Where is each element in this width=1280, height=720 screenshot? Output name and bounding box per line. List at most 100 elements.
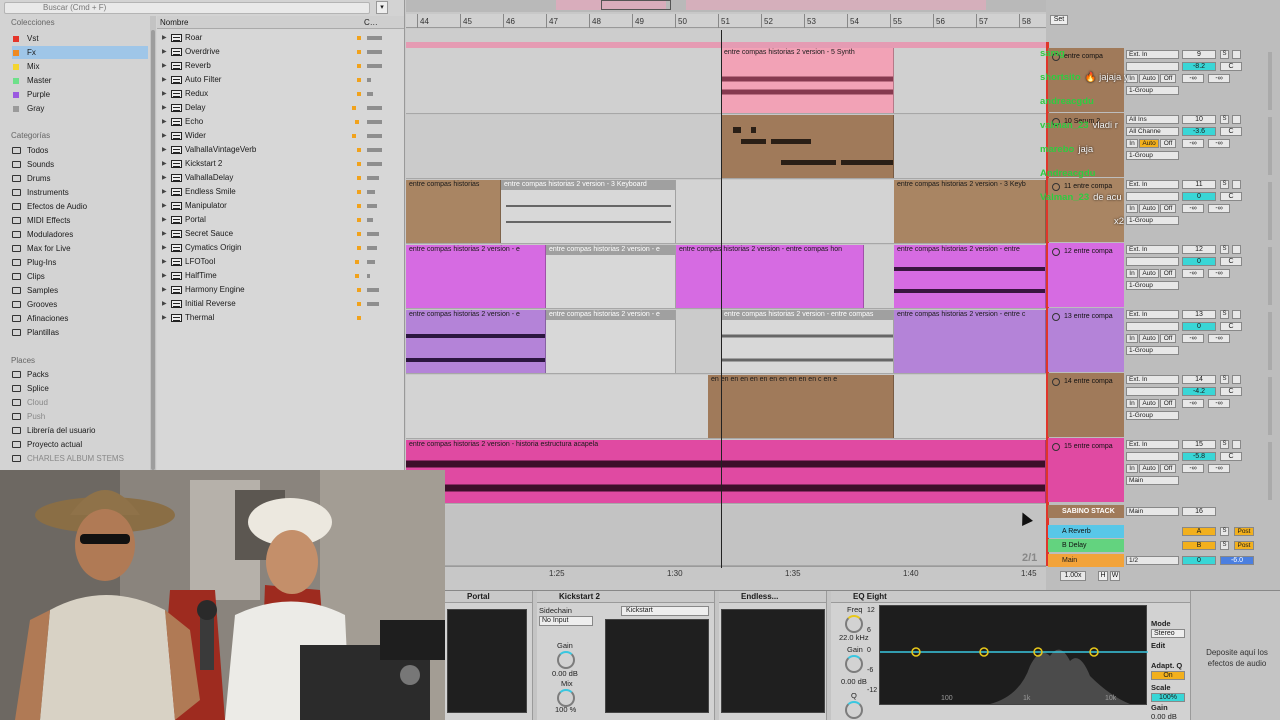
bar-ruler[interactable]: 44 45 46 47 48 49 50 51 52 53 54 55 56 57 58: [406, 14, 1046, 28]
track-volume[interactable]: 0: [1182, 322, 1216, 331]
solo-button[interactable]: S: [1220, 50, 1229, 59]
category-item[interactable]: Afinaciones: [12, 312, 148, 325]
set-button[interactable]: Set: [1050, 15, 1068, 25]
place-item[interactable]: CHARLES ALBUM STEMS: [12, 452, 148, 465]
monitor-in-button[interactable]: In: [1126, 269, 1138, 278]
track-pan[interactable]: C: [1220, 62, 1242, 71]
clip-14[interactable]: en en en en en en en en en en en c en e: [708, 375, 894, 438]
solo-button[interactable]: S: [1220, 180, 1229, 189]
input-type-select[interactable]: Ext. In: [1126, 375, 1179, 384]
sidechain-input-select[interactable]: No Input: [539, 616, 593, 626]
place-item[interactable]: Splice: [12, 382, 148, 395]
main-volume-2[interactable]: -6.0: [1220, 556, 1254, 565]
expand-arrow-icon[interactable]: ▶: [162, 269, 167, 283]
expand-arrow-icon[interactable]: ▶: [162, 171, 167, 185]
place-item[interactable]: Cloud: [12, 396, 148, 409]
device-list-item[interactable]: ▶ Echo: [157, 115, 404, 129]
return-letter[interactable]: B: [1182, 541, 1216, 550]
record-arm-icon[interactable]: [1232, 440, 1241, 449]
device-list-item[interactable]: ▶ HalfTime: [157, 269, 404, 283]
track-header[interactable]: 13 entre compa: [1048, 308, 1124, 372]
solo-button[interactable]: S: [1220, 245, 1229, 254]
track-number-button[interactable]: 15: [1182, 440, 1216, 449]
device-list-item[interactable]: ▶ Reverb: [157, 59, 404, 73]
collection-mix[interactable]: Mix: [12, 60, 148, 73]
solo-button[interactable]: S: [1220, 115, 1229, 124]
input-type-select[interactable]: Ext. In: [1126, 440, 1179, 449]
device-list-item[interactable]: ▶ Harmony Engine: [157, 283, 404, 297]
lane-14[interactable]: en en en en en en en en en en en c en e: [406, 375, 1046, 439]
track-header[interactable]: 12 entre compa: [1048, 243, 1124, 307]
kickstart-title[interactable]: Kickstart 2: [537, 591, 714, 603]
place-item[interactable]: Proyecto actual: [12, 438, 148, 451]
device-list-item[interactable]: ▶ Initial Reverse: [157, 297, 404, 311]
column-c-header[interactable]: C…: [364, 18, 378, 27]
device-list-item[interactable]: ▶ Manipulator: [157, 199, 404, 213]
send-a-value[interactable]: -∞: [1182, 269, 1204, 278]
expand-arrow-icon[interactable]: ▶: [162, 143, 167, 157]
device-kickstart[interactable]: Kickstart 2 Sidechain No Input Gain 0.00…: [537, 591, 715, 720]
output-route-select[interactable]: 1-Group: [1126, 281, 1179, 290]
clip-serum-midi[interactable]: [721, 115, 894, 178]
category-item[interactable]: Sounds: [12, 158, 148, 171]
clip-12-c[interactable]: entre compas historias 2 version - entre…: [676, 245, 864, 308]
eq-spectrum-display[interactable]: [879, 605, 1148, 705]
kickstart-display[interactable]: [605, 619, 709, 713]
device-list-item[interactable]: ▶ ValhallaVintageVerb: [157, 143, 404, 157]
device-eq-eight[interactable]: EQ Eight Freq 22.0 kHz Gain 0.00 dB Q 12…: [831, 591, 1191, 720]
clip-12-b[interactable]: entre compas historias 2 version - e: [546, 245, 676, 308]
expand-arrow-icon[interactable]: ▶: [162, 213, 167, 227]
category-item[interactable]: Plantillas: [12, 326, 148, 339]
input-channel-select[interactable]: [1126, 387, 1179, 396]
monitor-auto-button[interactable]: Auto: [1139, 269, 1159, 278]
sidebar-scroll-thumb[interactable]: [151, 30, 155, 470]
collection-fx[interactable]: Fx: [12, 46, 148, 59]
monitor-auto-button[interactable]: Auto: [1139, 334, 1159, 343]
expand-arrow-icon[interactable]: ▶: [162, 297, 167, 311]
clip-12-a[interactable]: entre compas historias 2 version - e: [406, 245, 546, 308]
expand-arrow-icon[interactable]: ▶: [162, 73, 167, 87]
device-list-item[interactable]: ▶ Overdrive: [157, 45, 404, 59]
device-list-item[interactable]: ▶ Endless Smile: [157, 185, 404, 199]
input-channel-select[interactable]: [1126, 452, 1179, 461]
track-pan[interactable]: C: [1220, 452, 1242, 461]
eq-freq-knob[interactable]: [845, 615, 863, 633]
return-letter[interactable]: A: [1182, 527, 1216, 536]
record-arm-icon[interactable]: [1232, 115, 1241, 124]
expand-arrow-icon[interactable]: ▶: [162, 129, 167, 143]
device-list-item[interactable]: ▶ Wider: [157, 129, 404, 143]
lane-serum[interactable]: [406, 115, 1046, 179]
expand-arrow-icon[interactable]: ▶: [162, 101, 167, 115]
monitor-off-button[interactable]: Off: [1160, 464, 1176, 473]
expand-arrow-icon[interactable]: ▶: [162, 255, 167, 269]
send-a-value[interactable]: -∞: [1182, 464, 1204, 473]
expand-arrow-icon[interactable]: ▶: [162, 59, 167, 73]
category-item[interactable]: Todos: [12, 144, 148, 157]
place-item[interactable]: Push: [12, 410, 148, 423]
expand-arrow-icon[interactable]: ▶: [162, 45, 167, 59]
h-button[interactable]: H: [1098, 571, 1108, 581]
solo-button[interactable]: S: [1220, 375, 1229, 384]
device-list-item[interactable]: ▶ Auto Filter: [157, 73, 404, 87]
solo-button[interactable]: S: [1220, 440, 1229, 449]
category-item[interactable]: Instruments: [12, 186, 148, 199]
monitor-off-button[interactable]: Off: [1160, 269, 1176, 278]
record-arm-icon[interactable]: [1232, 245, 1241, 254]
clip-synth[interactable]: entre compas historias 2 version - 5 Syn…: [721, 48, 894, 113]
device-drop-zone[interactable]: Deposite aquí los efectos de audio: [1197, 611, 1277, 711]
category-item[interactable]: Max for Live: [12, 242, 148, 255]
clip-keyboard-a[interactable]: entre compas historias: [406, 180, 501, 243]
lane-returns[interactable]: [406, 505, 1046, 566]
track-volume[interactable]: 0: [1182, 257, 1216, 266]
monitor-in-button[interactable]: In: [1126, 464, 1138, 473]
expand-arrow-icon[interactable]: ▶: [162, 115, 167, 129]
output-route-select[interactable]: 1-Group: [1126, 411, 1179, 420]
monitor-off-button[interactable]: Off: [1160, 334, 1176, 343]
output-route-select[interactable]: Main: [1126, 476, 1179, 485]
lane-keyboard[interactable]: entre compas historias entre compas hist…: [406, 180, 1046, 244]
send-b-value[interactable]: -∞: [1208, 464, 1230, 473]
category-item[interactable]: Drums: [12, 172, 148, 185]
eq-adapt-toggle[interactable]: On: [1151, 671, 1185, 680]
expand-arrow-icon[interactable]: ▶: [162, 31, 167, 45]
track-number-button[interactable]: 13: [1182, 310, 1216, 319]
